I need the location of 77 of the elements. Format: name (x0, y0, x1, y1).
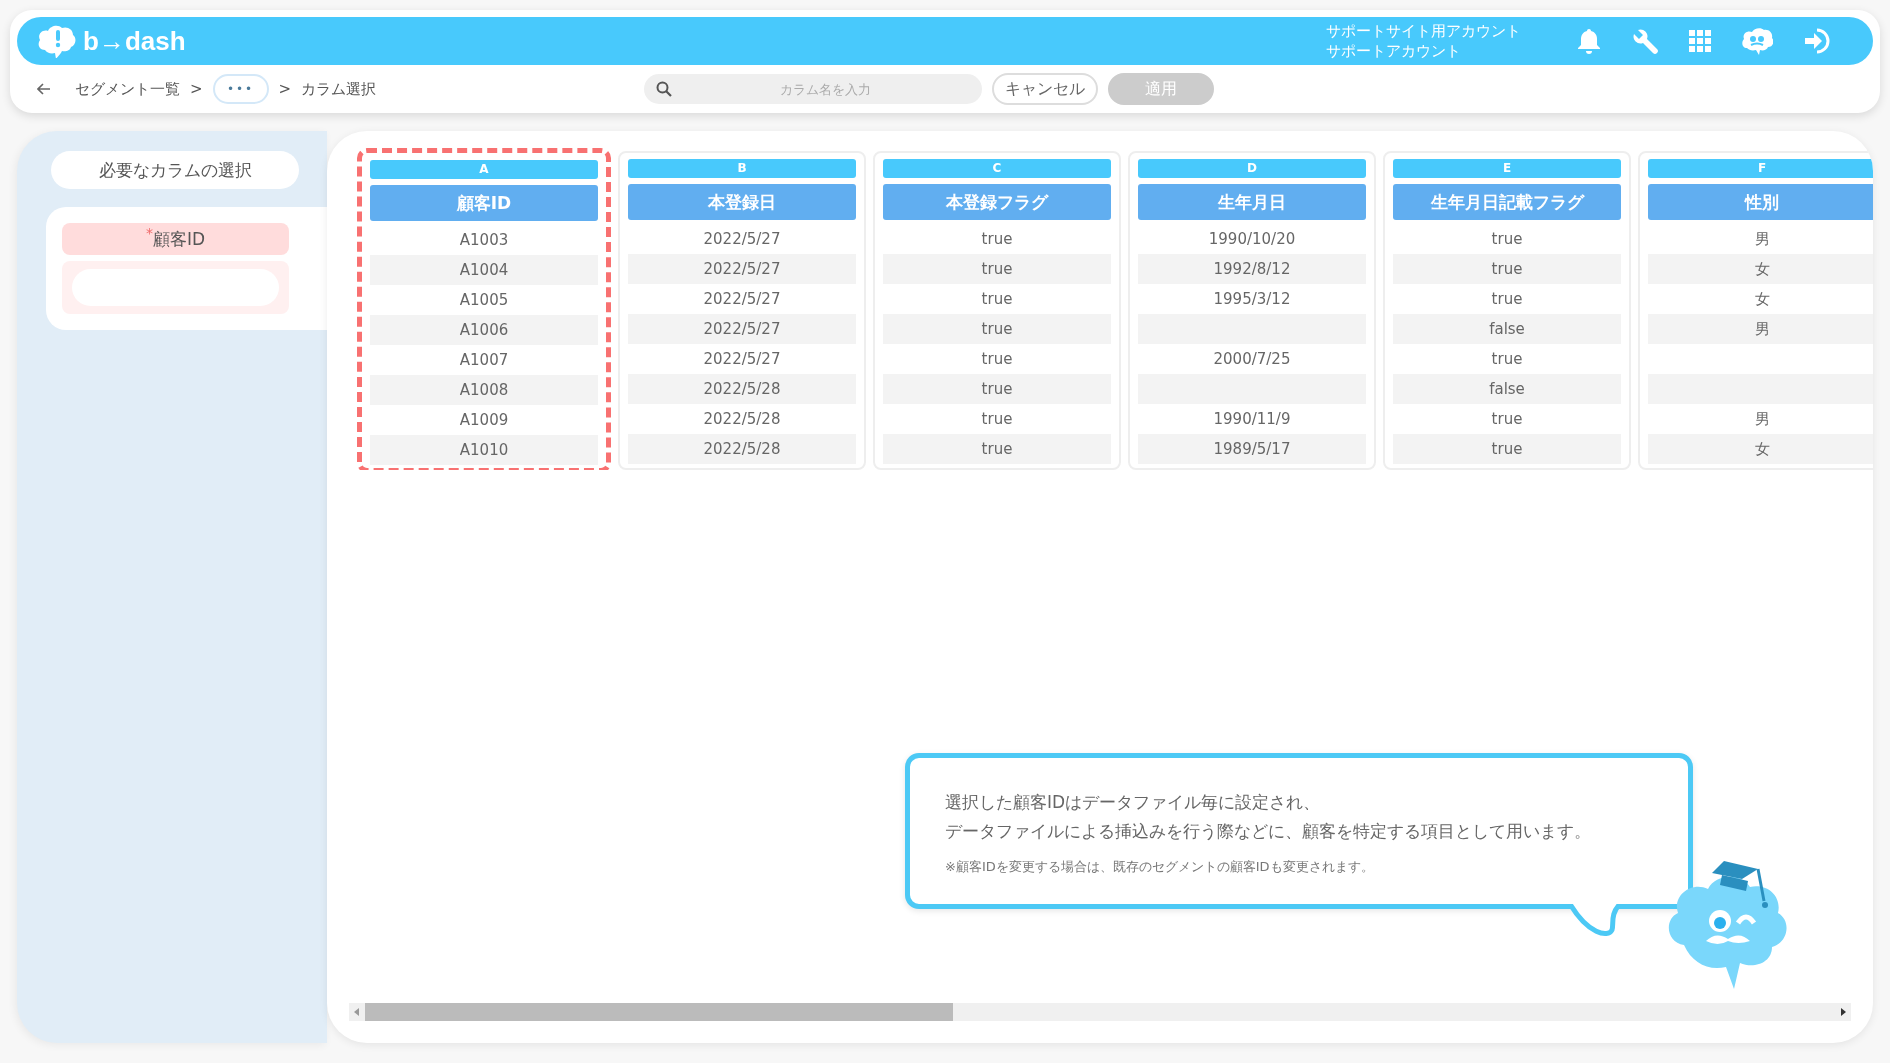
table-cell-text: 2000/7/25 (1212, 349, 1292, 370)
breadcrumb-separator: > (190, 80, 203, 98)
table-cell: 2022/5/28 (628, 434, 856, 464)
table-cell-text: true (980, 409, 1014, 430)
field-label: *顧客ID (62, 223, 289, 255)
table-cell: 2022/5/27 (628, 314, 856, 344)
table-cell: 2022/5/27 (628, 254, 856, 284)
table-cell: 1992/8/12 (1138, 254, 1366, 284)
breadcrumb-ellipsis-button[interactable]: ••• (212, 74, 269, 104)
data-column[interactable]: E 生年月日記載フラグ true true true false true false true true (1383, 151, 1631, 470)
table-cell: false (1393, 374, 1621, 404)
table-cell-text: true (1490, 229, 1524, 250)
column-header: 生年月日記載フラグ (1393, 184, 1621, 220)
table-cell: true (883, 374, 1111, 404)
table-cell: 男 (1648, 314, 1873, 344)
breadcrumb-separator: > (278, 80, 292, 98)
column-header: 本登録日 (628, 184, 856, 220)
column-header: 生年月日 (1138, 184, 1366, 220)
data-column[interactable]: B 本登録日 2022/5/27 2022/5/27 2022/5/27 2022/5/27 2022/5/27 2022/5/28 2022/5/28 2022/5/28 (618, 151, 866, 470)
column-header: 顧客ID (370, 185, 598, 221)
table-cell-text: 1990/11/9 (1212, 409, 1292, 430)
table-cell: false (1393, 314, 1621, 344)
table-cell: true (883, 254, 1111, 284)
notice-text: データファイルによる挿込みを行う際などに、顧客を特定する項目として用います。 (945, 820, 1592, 843)
table-cell-text: 1995/3/12 (1212, 289, 1292, 310)
table-cell-text: 男 (1753, 409, 1771, 430)
table-cell-text: 女 (1753, 289, 1771, 310)
column-letter: E (1393, 159, 1621, 178)
table-cell-text: 1990/10/20 (1207, 229, 1297, 250)
table-cell: 1989/5/17 (1138, 434, 1366, 464)
table-cell-text: true (1490, 349, 1524, 370)
table-cell-text: 2022/5/28 (702, 409, 782, 430)
column-header: 性別 (1648, 184, 1873, 220)
table-cell-text: 2022/5/27 (702, 229, 782, 250)
data-column[interactable]: C 本登録フラグ true true true true true true true true (873, 151, 1121, 470)
column-letter: A (370, 160, 598, 179)
column-header: 本登録フラグ (883, 184, 1111, 220)
table-cell-text: A1009 (458, 410, 510, 431)
cancel-button[interactable]: キャンセル (992, 73, 1099, 105)
notice-text: 選択した顧客IDはデータファイル毎に設定され、 (945, 791, 1322, 814)
column-letter: C (883, 159, 1111, 178)
table-cell: 女 (1648, 434, 1873, 464)
table-cell: 女 (1648, 254, 1873, 284)
table-cell-text: A1007 (458, 350, 510, 371)
column-letter: F (1648, 159, 1873, 178)
notice-note: ※顧客IDを変更する場合は、既存のセグメントの顧客IDも変更されます。 (945, 858, 1375, 876)
table-cell: A1008 (370, 375, 598, 405)
account-name: サポートサイト用アカウント (1326, 21, 1521, 41)
table-cell-text: true (980, 229, 1014, 250)
logo-text: b→dash (83, 25, 186, 57)
table-cell-text: true (980, 349, 1014, 370)
table-cell: true (1393, 254, 1621, 284)
table-cell: 2022/5/28 (628, 374, 856, 404)
table-cell-text: 2022/5/27 (702, 349, 782, 370)
data-column[interactable]: A 顧客ID A1003 A1004 A1005 A1006 A1007 A1008 A1009 A1010 (357, 148, 611, 470)
table-cell: true (1393, 434, 1621, 464)
table-cell: A1006 (370, 315, 598, 345)
data-column[interactable]: F 性別 男 女 女 男 男 女 (1638, 151, 1873, 470)
data-column[interactable]: D 生年月日 1990/10/20 1992/8/12 1995/3/12 2000/7/25 1990/11/9 1989/5/17 (1128, 151, 1376, 470)
table-cell: true (883, 434, 1111, 464)
breadcrumb-link[interactable]: セグメント一覧 (75, 79, 180, 99)
search-field[interactable]: カラム名を入力 (644, 74, 983, 104)
table-cell: true (883, 314, 1111, 344)
breadcrumb-current: カラム選択 (301, 79, 377, 99)
column-letter: D (1138, 159, 1366, 178)
account-name: サポートアカウント (1326, 41, 1462, 61)
table-cell-text: true (980, 289, 1014, 310)
table-cell-text: A1003 (458, 230, 510, 251)
table-cell: A1004 (370, 255, 598, 285)
table-cell-text: true (1490, 289, 1524, 310)
table-cell-text: A1005 (458, 290, 510, 311)
column-letter: B (628, 159, 856, 178)
table-cell: A1010 (370, 435, 598, 465)
table-cell-text: 2022/5/27 (702, 289, 782, 310)
table-cell-text: true (1490, 409, 1524, 430)
table-cell-text: 男 (1753, 229, 1771, 250)
sidebar-title: 必要なカラムの選択 (51, 151, 299, 189)
